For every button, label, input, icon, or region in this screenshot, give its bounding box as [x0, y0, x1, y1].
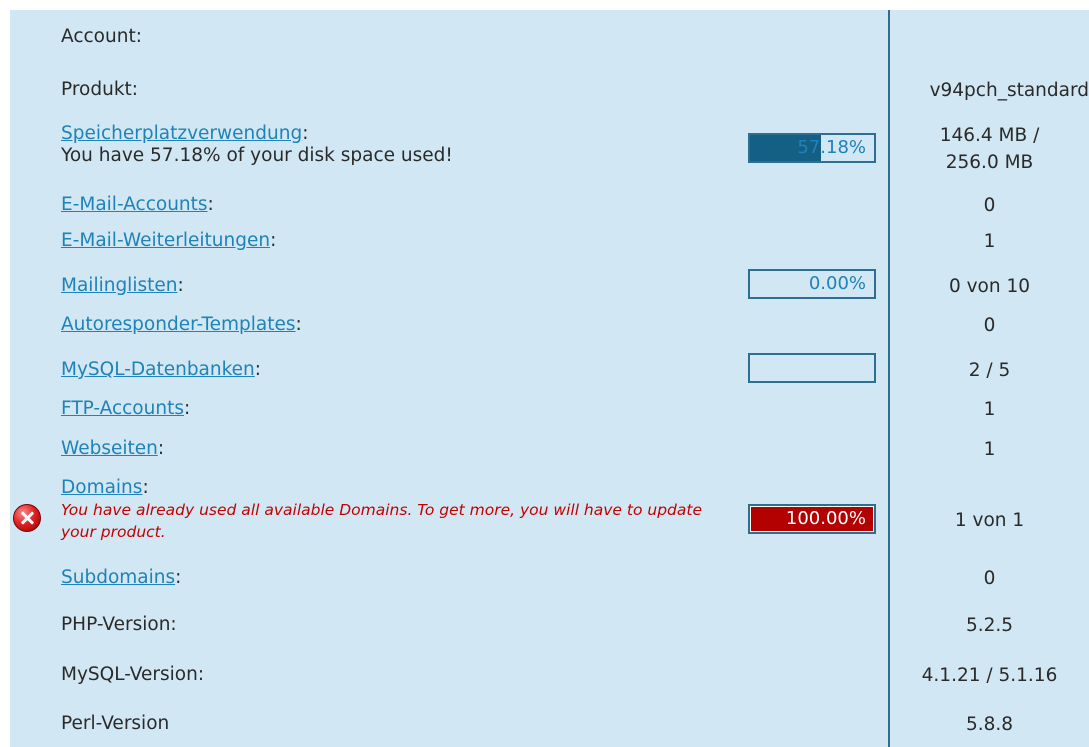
mysql-databases-bar: [748, 353, 876, 383]
row-disk-usage: Speicherplatzverwendung: You have 57.18%…: [10, 121, 1089, 183]
mailinglists-percent: 0.00%: [808, 273, 866, 294]
row-ftp-accounts: FTP-Accounts: 1: [10, 398, 1089, 426]
product-label: Produkt:: [61, 79, 139, 100]
perl-version-value: 5.8.8: [965, 714, 1014, 735]
autoresponder-value: 0: [983, 315, 996, 336]
domains-value: 1 von 1: [954, 510, 1025, 531]
email-forwards-value: 1: [983, 231, 996, 252]
error-icon: [13, 504, 41, 532]
domains-link[interactable]: Domains: [61, 477, 142, 498]
row-account: Account:: [10, 26, 1089, 56]
disk-usage-message: You have 57.18% of your disk space used!: [61, 145, 453, 166]
mysql-version-value: 4.1.21 / 5.1.16: [921, 665, 1058, 686]
email-forwards-link[interactable]: E-Mail-Weiterleitungen: [61, 230, 270, 251]
email-accounts-link[interactable]: E-Mail-Accounts: [61, 194, 208, 215]
perl-version-label: Perl-Version: [61, 713, 170, 734]
disk-usage-percent: 57.18%: [797, 137, 866, 158]
mysql-databases-value: 2 / 5: [968, 360, 1011, 381]
row-domains: Domains: You have already used all avail…: [10, 477, 1089, 563]
mysql-version-label: MySQL-Version:: [61, 664, 205, 685]
subdomains-link[interactable]: Subdomains: [61, 567, 175, 588]
row-subdomains: Subdomains: 0: [10, 567, 1089, 595]
disk-usage-link[interactable]: Speicherplatzverwendung: [61, 123, 302, 144]
mailinglists-link[interactable]: Mailinglisten: [61, 275, 177, 296]
domains-percent: 100.00%: [785, 508, 866, 529]
php-version-value: 5.2.5: [965, 615, 1014, 636]
row-email-forwards: E-Mail-Weiterleitungen: 1: [10, 230, 1089, 258]
row-php-version: PHP-Version: 5.2.5: [10, 614, 1089, 642]
websites-value: 1: [983, 439, 996, 460]
disk-usage-value-line1: 146.4 MB /: [939, 125, 1040, 146]
domains-bar: 100.00%: [748, 504, 876, 534]
php-version-label: PHP-Version:: [61, 614, 177, 635]
row-product: Produkt: v94pch_standard: [10, 79, 1089, 109]
email-accounts-value: 0: [983, 195, 996, 216]
ftp-accounts-link[interactable]: FTP-Accounts: [61, 398, 184, 419]
domains-error-message: You have already used all available Doma…: [61, 501, 702, 541]
account-label: Account:: [61, 26, 142, 47]
disk-usage-bar: 57.18%: [748, 133, 876, 163]
row-websites: Webseiten: 1: [10, 438, 1089, 466]
row-autoresponder: Autoresponder-Templates: 0: [10, 314, 1089, 342]
subdomains-value: 0: [983, 568, 996, 589]
row-mailinglists: Mailinglisten: 0.00% 0 von 10: [10, 266, 1089, 304]
mailinglists-bar: 0.00%: [748, 269, 876, 299]
product-value: v94pch_standard: [929, 80, 1089, 101]
autoresponder-link[interactable]: Autoresponder-Templates: [61, 314, 296, 335]
mysql-databases-link[interactable]: MySQL-Datenbanken: [61, 359, 255, 380]
mailinglists-value: 0 von 10: [948, 276, 1031, 297]
websites-link[interactable]: Webseiten: [61, 438, 158, 459]
row-mysql-version: MySQL-Version: 4.1.21 / 5.1.16: [10, 664, 1089, 692]
row-mysql-databases: MySQL-Datenbanken: 2 / 5: [10, 350, 1089, 388]
row-perl-version: Perl-Version 5.8.8: [10, 713, 1089, 741]
disk-usage-value-line2: 256.0 MB: [945, 152, 1034, 173]
row-email-accounts: E-Mail-Accounts: 0: [10, 194, 1089, 222]
ftp-accounts-value: 1: [983, 399, 996, 420]
